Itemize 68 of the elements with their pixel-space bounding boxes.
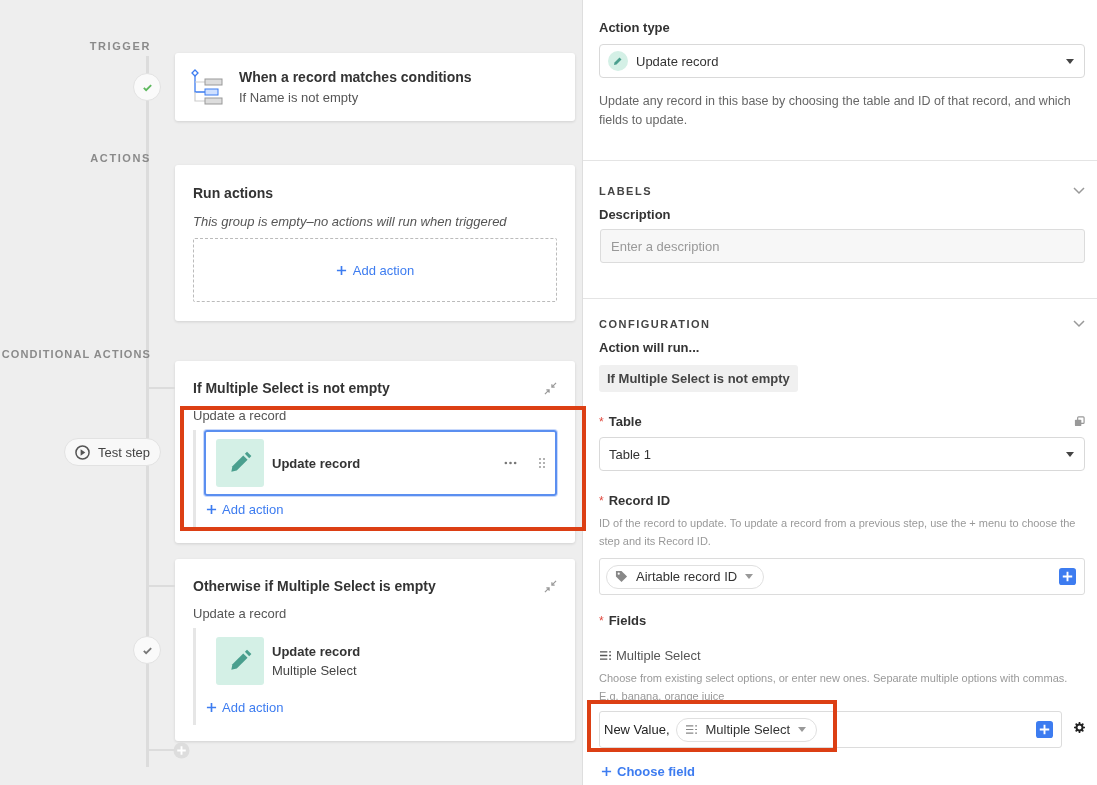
caret-icon (1066, 451, 1074, 457)
group-label: Update a record (193, 606, 288, 621)
required-mark: * (599, 613, 604, 628)
add-icon[interactable] (1036, 721, 1053, 738)
caret-icon (798, 727, 807, 732)
add-action-link[interactable]: Add action (204, 502, 284, 517)
step-title: Update record (272, 644, 362, 659)
pencil-icon (216, 439, 264, 487)
field-label: Table (608, 414, 643, 429)
collapse-icon[interactable] (544, 381, 557, 395)
required-mark: * (599, 414, 604, 429)
action-step[interactable]: Update record (204, 430, 557, 496)
action-description: Update any record in this base by choosing the table and ID of that record, and which fields to update. (599, 93, 1072, 129)
choose-field-link[interactable]: Choose field (599, 764, 695, 779)
plus-icon (601, 766, 612, 777)
more-icon[interactable] (504, 461, 517, 465)
empty-note: This group is empty–no actions will run when triggered (193, 214, 508, 229)
pencil-icon (216, 637, 264, 685)
field-label: Fields (608, 613, 648, 628)
condition-title: If Multiple Select is not empty (193, 380, 390, 396)
section-label: ACTIONS (90, 151, 151, 165)
list-icon (684, 724, 698, 735)
chevron-icon[interactable] (1073, 187, 1085, 195)
list-icon (599, 650, 612, 661)
action-type-select[interactable]: Update record (599, 44, 1085, 78)
help-text: ID of the record to update. To update a record from a previous step, use the + menu to choose the step and its Record ID. (599, 516, 1077, 549)
copy-icon[interactable] (1074, 416, 1085, 427)
section-heading: CONFIGURATION (599, 318, 711, 330)
pencil-icon (608, 51, 628, 71)
add-action-button[interactable]: Add action (193, 238, 557, 302)
field-label: Action type (599, 20, 671, 35)
required-mark: * (599, 493, 604, 508)
trigger-title: When a record matches conditions (239, 69, 472, 85)
tag-icon (615, 570, 628, 583)
add-action-link[interactable]: Add action (204, 700, 284, 715)
caret-icon (745, 574, 754, 579)
field-label: Action will run... (599, 340, 701, 355)
drag-handle-icon[interactable] (539, 458, 545, 468)
caret-icon (1066, 58, 1074, 64)
plus-icon (206, 702, 217, 713)
description-input[interactable]: Enter a description (600, 229, 1085, 263)
section-heading: LABELS (599, 185, 652, 197)
trigger-condition: If Name is not empty (239, 90, 360, 105)
section-label: TRIGGER (89, 39, 151, 53)
add-icon[interactable] (1059, 568, 1076, 585)
test-step-button[interactable]: Test step (63, 438, 161, 466)
play-icon (74, 444, 90, 460)
field-label: Description (599, 207, 672, 222)
value-field[interactable]: New Value, Multiple Select (599, 711, 1062, 748)
plus-icon (335, 264, 347, 276)
plus-icon (206, 504, 217, 515)
field-name: Multiple Select (616, 648, 701, 663)
flowchart-icon (191, 68, 225, 106)
group-title: Run actions (193, 185, 275, 201)
collapse-icon[interactable] (544, 579, 557, 593)
chevron-icon[interactable] (1073, 320, 1085, 328)
trigger-card[interactable]: When a record matches conditions If Name is not empty (175, 53, 575, 121)
field-label: Record ID (608, 493, 672, 508)
group-label: Update a record (193, 408, 288, 423)
settings-icon[interactable] (1074, 721, 1085, 733)
condition-title: Otherwise if Multiple Select is empty (193, 578, 436, 594)
section-label: CONDITIONAL ACTIONS (1, 347, 151, 361)
record-id-field[interactable]: Airtable record ID (599, 558, 1085, 595)
condition-chip: If Multiple Select is not empty (599, 365, 798, 392)
action-step[interactable]: Update record Multiple Select (204, 628, 557, 694)
table-select[interactable]: Table 1 (599, 437, 1085, 471)
step-subtitle: Multiple Select (272, 663, 358, 678)
step-title: Update record (272, 455, 362, 471)
